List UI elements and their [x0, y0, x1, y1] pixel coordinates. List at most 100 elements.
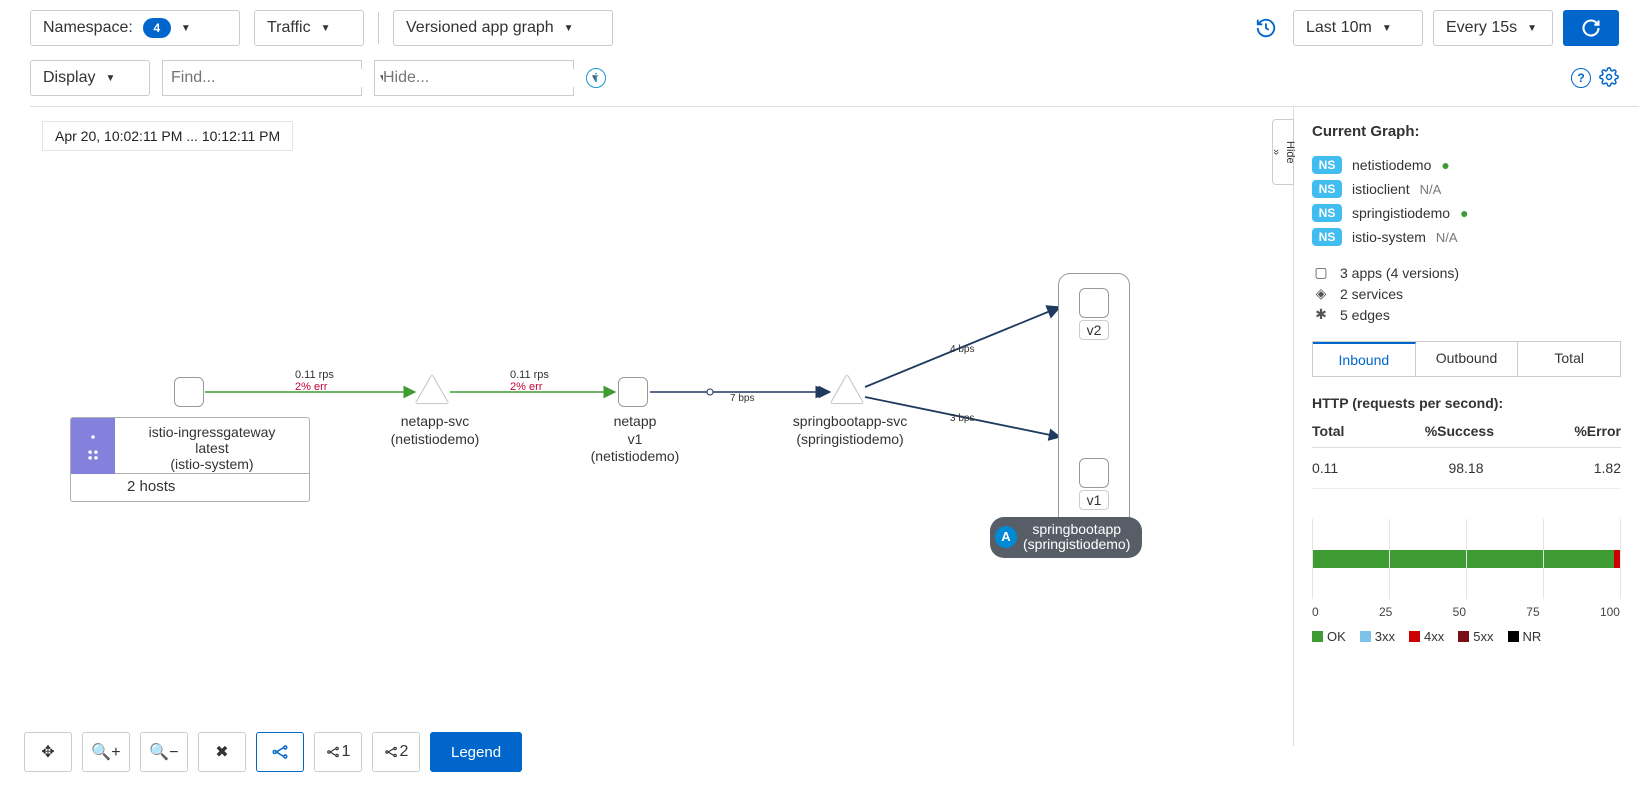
ns-name[interactable]: istio-system	[1352, 229, 1426, 245]
edge-label-err: 2% err	[510, 381, 549, 393]
edge-label-bps: 4 bps	[950, 344, 974, 355]
interval-label: Every 15s	[1446, 19, 1517, 37]
status-ok-icon: ●	[1441, 157, 1449, 173]
node-springbootapp-v1[interactable]	[1079, 458, 1109, 488]
node-netapp[interactable]	[618, 377, 648, 407]
chevron-right-icon: »	[1270, 149, 1282, 155]
edge-label-rps: 0.11 rps	[510, 369, 549, 381]
edge-label-bps: 3 bps	[950, 413, 974, 424]
history-icon[interactable]	[1249, 10, 1283, 46]
apps-icon: ▢	[1312, 264, 1330, 281]
graph-canvas[interactable]: Apr 20, 10:02:11 PM ... 10:12:11 PM	[30, 107, 1293, 746]
metric-header: Total %Success %Error	[1312, 423, 1621, 448]
status-na: N/A	[1436, 230, 1458, 245]
legend-button[interactable]: Legend	[430, 732, 522, 772]
ns-badge: NS	[1312, 180, 1342, 198]
ns-name[interactable]: springistiodemo	[1352, 205, 1450, 221]
layout-1-icon[interactable]: 1	[314, 732, 362, 772]
chart-legend: OK 3xx 4xx 5xx NR	[1312, 629, 1620, 644]
find-input[interactable]: ▼	[162, 60, 362, 96]
metric-error: 1.82	[1594, 460, 1621, 476]
side-panel-title: Current Graph:	[1312, 123, 1621, 140]
tab-inbound[interactable]: Inbound	[1313, 342, 1416, 376]
node-label: springbootapp-svc(springistiodemo)	[760, 413, 940, 448]
time-range-dropdown[interactable]: Last 10m ▼	[1293, 10, 1423, 46]
namespace-row: NS springistiodemo ●	[1312, 204, 1621, 222]
drag-icon[interactable]: ✥	[24, 732, 72, 772]
chart-axis: 0255075100	[1312, 605, 1620, 619]
namespace-row: NS istio-system N/A	[1312, 228, 1621, 246]
node-card-body: istio-ingressgateway latest (istio-syste…	[115, 418, 309, 474]
refresh-button[interactable]	[1563, 10, 1619, 46]
settings-icon[interactable]	[1599, 67, 1619, 90]
services-icon: ◈	[1312, 285, 1330, 302]
graph-bottom-toolbar: ✥ 🔍+ 🔍− ✖ 1 2 Legend	[24, 732, 522, 772]
summary-edges: 5 edges	[1340, 307, 1390, 323]
ns-badge: NS	[1312, 204, 1342, 222]
metric-total: 0.11	[1312, 460, 1338, 476]
node-group-springbootapp[interactable]: v2 v1	[1058, 273, 1130, 533]
node-label: netapp-svc(netistiodemo)	[360, 413, 510, 448]
time-range-label: Last 10m	[1306, 19, 1372, 37]
namespace-label: Namespace:	[43, 19, 133, 37]
summary-services: 2 services	[1340, 286, 1403, 302]
node-istio-ingressgateway[interactable]	[174, 377, 204, 407]
graph-type-dropdown[interactable]: Versioned app graph ▼	[393, 10, 613, 46]
display-dropdown[interactable]: Display ▼	[30, 60, 150, 96]
help-icon[interactable]: ?	[1571, 68, 1591, 88]
traffic-tabs: Inbound Outbound Total	[1312, 341, 1621, 377]
node-card-hosts: 2 hosts	[71, 474, 309, 501]
node-springbootapp-v2[interactable]	[1079, 288, 1109, 318]
status-na: N/A	[1420, 182, 1442, 197]
hide-input[interactable]: ▼	[374, 60, 574, 96]
hide-label: Hide	[1284, 141, 1296, 164]
node-version-label: v1	[1079, 490, 1110, 510]
hide-panel-toggle[interactable]: Hide »	[1272, 119, 1294, 185]
app-badge: A	[995, 526, 1017, 548]
group-ns: (springistiodemo)	[1023, 536, 1130, 552]
summary-apps: 3 apps (4 versions)	[1340, 265, 1459, 281]
divider	[378, 12, 379, 44]
zoom-in-icon[interactable]: 🔍+	[82, 732, 130, 772]
graph-type-label: Versioned app graph	[406, 19, 554, 37]
find-field[interactable]	[171, 69, 378, 87]
tab-total[interactable]: Total	[1518, 342, 1620, 376]
display-label: Display	[43, 69, 95, 87]
namespace-dropdown[interactable]: Namespace: 4 ▼	[30, 10, 240, 46]
node-netapp-svc[interactable]	[416, 375, 448, 403]
chevron-down-icon: ▼	[105, 73, 115, 84]
ns-badge: NS	[1312, 228, 1342, 246]
ns-name[interactable]: istioclient	[1352, 181, 1410, 197]
layout-icon[interactable]	[256, 732, 304, 772]
ns-name[interactable]: netistiodemo	[1352, 157, 1431, 173]
chevron-down-icon: ▼	[321, 23, 331, 34]
edge-label-rps: 0.11 rps	[295, 369, 334, 381]
node-label: netappv1(netistiodemo)	[555, 413, 715, 466]
tab-outbound[interactable]: Outbound	[1416, 342, 1519, 376]
chevron-down-icon: ▼	[1527, 23, 1537, 34]
chevron-down-icon: ▼	[181, 23, 191, 34]
namespace-count-badge: 4	[143, 18, 171, 38]
zoom-out-icon[interactable]: 🔍−	[140, 732, 188, 772]
traffic-label: Traffic	[267, 19, 311, 37]
metric-success: 98.18	[1448, 460, 1483, 476]
ns-badge: NS	[1312, 156, 1342, 174]
side-panel: Current Graph: NS netistiodemo ● NS isti…	[1293, 107, 1639, 746]
status-ok-icon: ●	[1460, 205, 1468, 221]
chevron-down-icon: ▼	[564, 23, 574, 34]
info-icon[interactable]: i	[586, 68, 606, 88]
hide-field[interactable]	[383, 69, 590, 87]
interval-dropdown[interactable]: Every 15s ▼	[1433, 10, 1553, 46]
namespace-row: NS netistiodemo ●	[1312, 156, 1621, 174]
group-title: springbootapp	[1032, 521, 1121, 537]
node-springbootapp-svc[interactable]	[831, 375, 863, 403]
fit-icon[interactable]: ✖	[198, 732, 246, 772]
http-chart: 0255075100 OK 3xx 4xx 5xx NR	[1312, 519, 1620, 644]
layout-2-icon[interactable]: 2	[372, 732, 420, 772]
namespace-row: NS istioclient N/A	[1312, 180, 1621, 198]
node-group-pill[interactable]: A springbootapp (springistiodemo)	[990, 517, 1142, 558]
metric-row: 0.11 98.18 1.82	[1312, 448, 1621, 489]
edge-label-bps: 7 bps	[730, 393, 754, 404]
node-card-istio-ingressgateway[interactable]: istio-ingressgateway latest (istio-syste…	[70, 417, 310, 502]
traffic-dropdown[interactable]: Traffic ▼	[254, 10, 364, 46]
